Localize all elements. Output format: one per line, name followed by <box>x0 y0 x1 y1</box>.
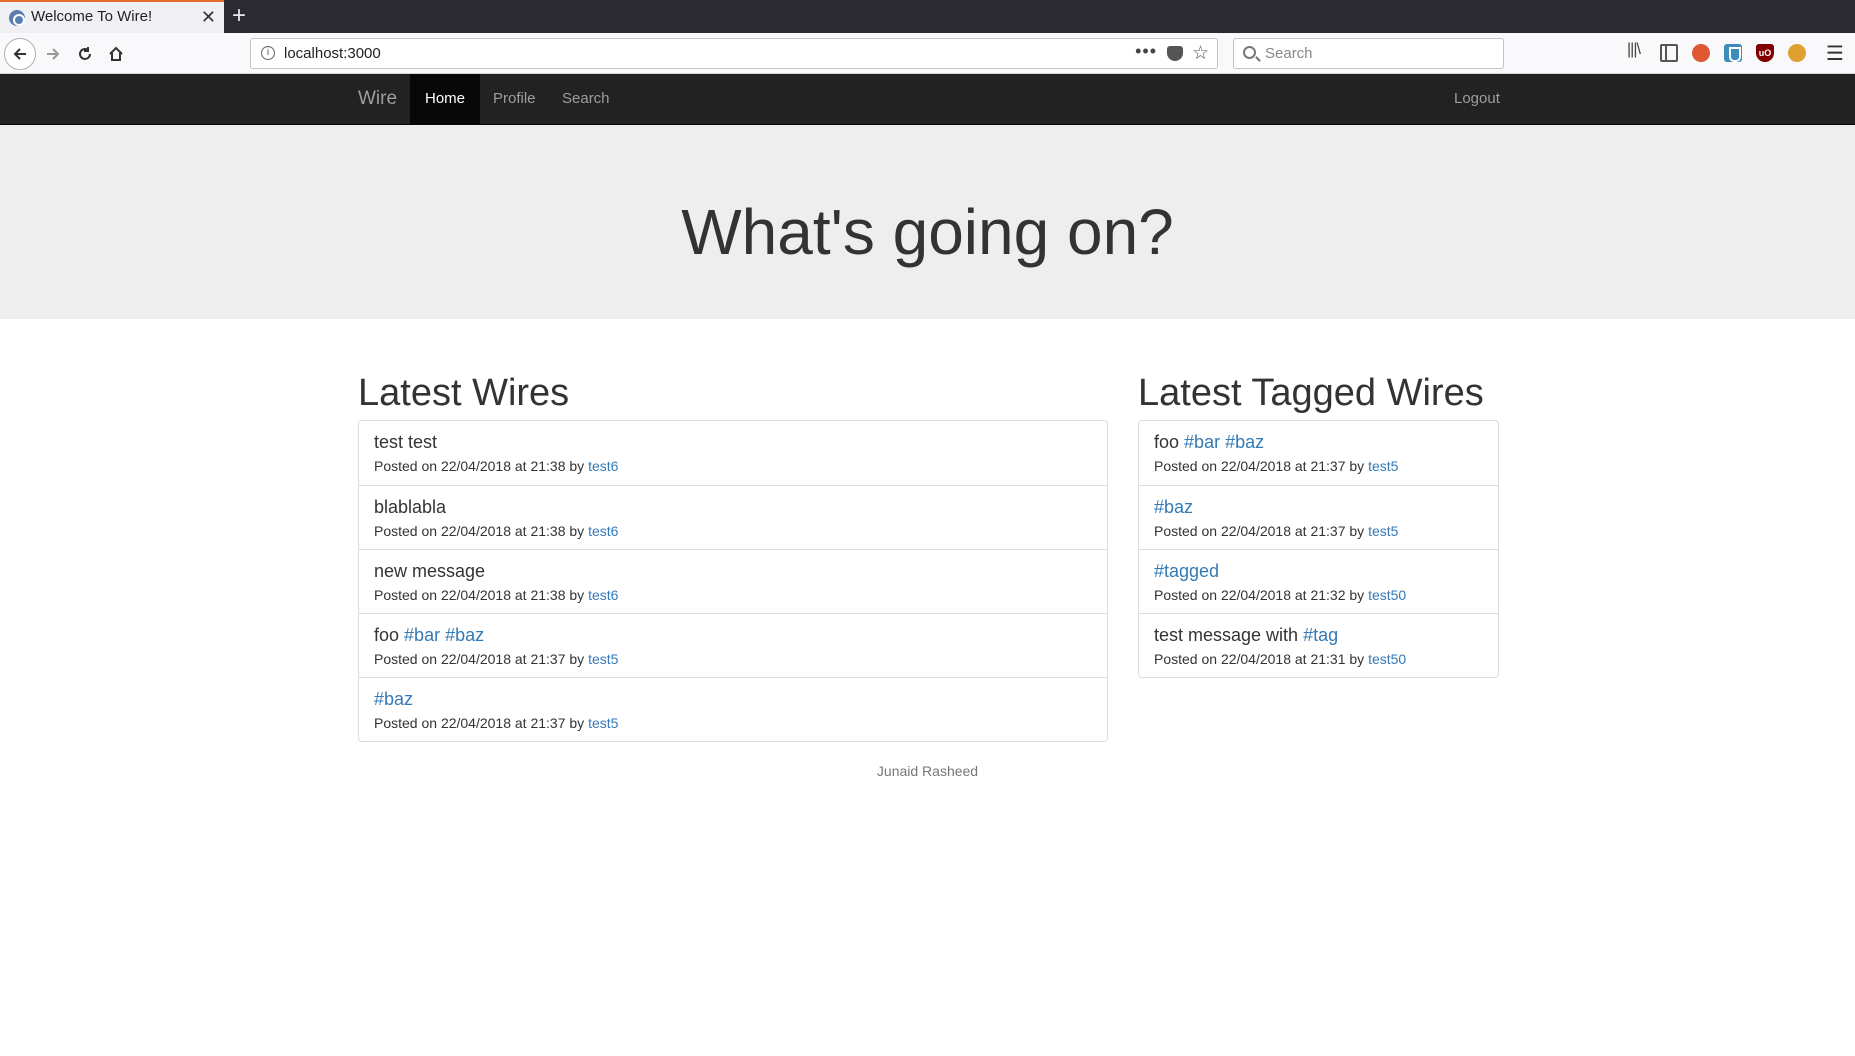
nav-logout[interactable]: Logout <box>1439 74 1515 124</box>
wire-message: new message <box>374 560 1092 582</box>
wire-meta: Posted on 22/04/2018 at 21:38 by test6 <box>374 587 619 603</box>
hashtag-link[interactable]: #baz <box>445 625 484 645</box>
wire-meta: Posted on 22/04/2018 at 21:37 by test5 <box>1154 523 1399 539</box>
list-item: foo #bar #baz Posted on 22/04/2018 at 21:… <box>359 613 1107 677</box>
home-button[interactable] <box>101 39 131 69</box>
list-item: test message with #tag Posted on 22/04/20… <box>1139 613 1498 677</box>
wire-meta: Posted on 22/04/2018 at 21:31 by test50 <box>1154 651 1407 667</box>
browser-tab-bar: Welcome To Wire! ✕ + <box>0 0 1855 33</box>
page-actions-icon[interactable]: ••• <box>1135 41 1157 62</box>
url-text[interactable]: localhost:3000 <box>284 45 381 62</box>
author-link[interactable]: test50 <box>1368 651 1406 667</box>
extension-icon[interactable] <box>1788 44 1806 62</box>
forward-button[interactable] <box>38 39 68 69</box>
list-item: #baz Posted on 22/04/2018 at 21:37 by tes… <box>359 677 1107 741</box>
arrow-left-icon <box>13 48 26 60</box>
duckduckgo-icon[interactable] <box>1692 44 1710 62</box>
wire-meta: Posted on 22/04/2018 at 21:37 by test5 <box>374 651 619 667</box>
browser-tab[interactable]: Welcome To Wire! ✕ <box>0 0 224 33</box>
wire-meta: Posted on 22/04/2018 at 21:37 by test5 <box>374 715 619 731</box>
latest-tagged-list: foo #bar #baz Posted on 22/04/2018 at 21:… <box>1138 420 1499 678</box>
ublock-icon[interactable]: uO <box>1756 44 1774 62</box>
hashtag-link[interactable]: #tagged <box>1154 561 1219 581</box>
wire-meta: Posted on 22/04/2018 at 21:38 by test6 <box>374 523 619 539</box>
favicon-icon <box>9 10 25 26</box>
site-navbar: Wire Home Profile Search Logout <box>0 74 1855 125</box>
hashtag-link[interactable]: #baz <box>1154 497 1193 517</box>
hashtag-link[interactable]: #bar <box>404 625 440 645</box>
hashtag-link[interactable]: #tag <box>1303 625 1338 645</box>
bookmark-star-icon[interactable]: ☆ <box>1192 42 1209 65</box>
arrow-right-icon <box>47 48 60 60</box>
wire-message: foo #bar #baz <box>1154 431 1483 453</box>
close-tab-icon[interactable]: ✕ <box>201 6 216 28</box>
list-item: foo #bar #baz Posted on 22/04/2018 at 21:… <box>1139 421 1498 485</box>
hamburger-menu-icon[interactable]: ☰ <box>1826 41 1844 65</box>
pocket-icon[interactable] <box>1167 46 1183 61</box>
search-placeholder: Search <box>1265 45 1313 62</box>
new-tab-button[interactable]: + <box>232 2 246 30</box>
library-icon[interactable]: |||\ <box>1627 41 1645 59</box>
sidebar-icon[interactable] <box>1660 44 1678 62</box>
latest-wires-section: Latest Wires test test Posted on 22/04/20… <box>358 370 1108 742</box>
wire-meta: Posted on 22/04/2018 at 21:32 by test50 <box>1154 587 1407 603</box>
wire-meta: Posted on 22/04/2018 at 21:37 by test5 <box>1154 458 1399 474</box>
latest-tagged-title: Latest Tagged Wires <box>1138 372 1484 414</box>
wire-meta: Posted on 22/04/2018 at 21:38 by test6 <box>374 458 619 474</box>
list-item: blablabla Posted on 22/04/2018 at 21:38 b… <box>359 485 1107 549</box>
url-bar[interactable]: i localhost:3000 ••• ☆ <box>250 38 1218 69</box>
search-icon <box>1243 46 1256 59</box>
wire-text: test message with <box>1154 625 1299 645</box>
wire-message: foo #bar #baz <box>374 624 1092 646</box>
brand-link[interactable]: Wire <box>358 88 397 110</box>
wire-text: foo <box>374 625 400 645</box>
list-item: test test Posted on 22/04/2018 at 21:38 b… <box>359 421 1107 485</box>
browser-toolbar: i localhost:3000 ••• ☆ Search |||\ uO ☰ <box>0 33 1855 74</box>
author-link[interactable]: test5 <box>588 651 618 667</box>
author-link[interactable]: test5 <box>588 715 618 731</box>
hashtag-link[interactable]: #bar <box>1184 432 1220 452</box>
reload-icon <box>79 47 91 60</box>
list-item: new message Posted on 22/04/2018 at 21:38… <box>359 549 1107 613</box>
hashtag-link[interactable]: #baz <box>374 689 413 709</box>
footer-text: Junaid Rasheed <box>876 763 979 779</box>
wire-message: test message with #tag <box>1154 624 1483 646</box>
search-bar[interactable]: Search <box>1233 38 1504 69</box>
list-item: #baz Posted on 22/04/2018 at 21:37 by tes… <box>1139 485 1498 549</box>
bitwarden-icon[interactable] <box>1724 44 1742 62</box>
latest-wires-title: Latest Wires <box>358 372 570 414</box>
wire-message: test test <box>374 431 1092 453</box>
wire-message: #baz <box>1154 496 1483 518</box>
list-item: #tagged Posted on 22/04/2018 at 21:32 by … <box>1139 549 1498 613</box>
wire-message: blablabla <box>374 496 1092 518</box>
hero-section: What's going on? <box>0 125 1855 319</box>
wire-text: test test <box>374 432 438 452</box>
nav-home[interactable]: Home <box>410 74 481 124</box>
tab-title: Welcome To Wire! <box>31 8 153 25</box>
nav-search[interactable]: Search <box>547 74 625 124</box>
back-button[interactable] <box>4 38 36 70</box>
hero-title: What's going on? <box>681 196 1174 268</box>
wire-message: #tagged <box>1154 560 1483 582</box>
author-link[interactable]: test5 <box>1368 523 1398 539</box>
hashtag-link[interactable]: #baz <box>1225 432 1264 452</box>
reload-button[interactable] <box>70 39 100 69</box>
wire-text: new message <box>374 561 486 581</box>
latest-tagged-section: Latest Tagged Wires foo #bar #baz Posted … <box>1138 370 1499 678</box>
author-link[interactable]: test50 <box>1368 587 1406 603</box>
wire-text: blablabla <box>374 497 447 517</box>
info-icon[interactable]: i <box>261 46 275 60</box>
author-link[interactable]: test5 <box>1368 458 1398 474</box>
author-link[interactable]: test6 <box>588 523 618 539</box>
wire-text: foo <box>1154 432 1180 452</box>
author-link[interactable]: test6 <box>588 587 618 603</box>
latest-wires-list: test test Posted on 22/04/2018 at 21:38 b… <box>358 420 1108 742</box>
wire-message: #baz <box>374 688 1092 710</box>
home-icon <box>109 46 123 61</box>
nav-profile[interactable]: Profile <box>478 74 551 124</box>
author-link[interactable]: test6 <box>588 458 618 474</box>
